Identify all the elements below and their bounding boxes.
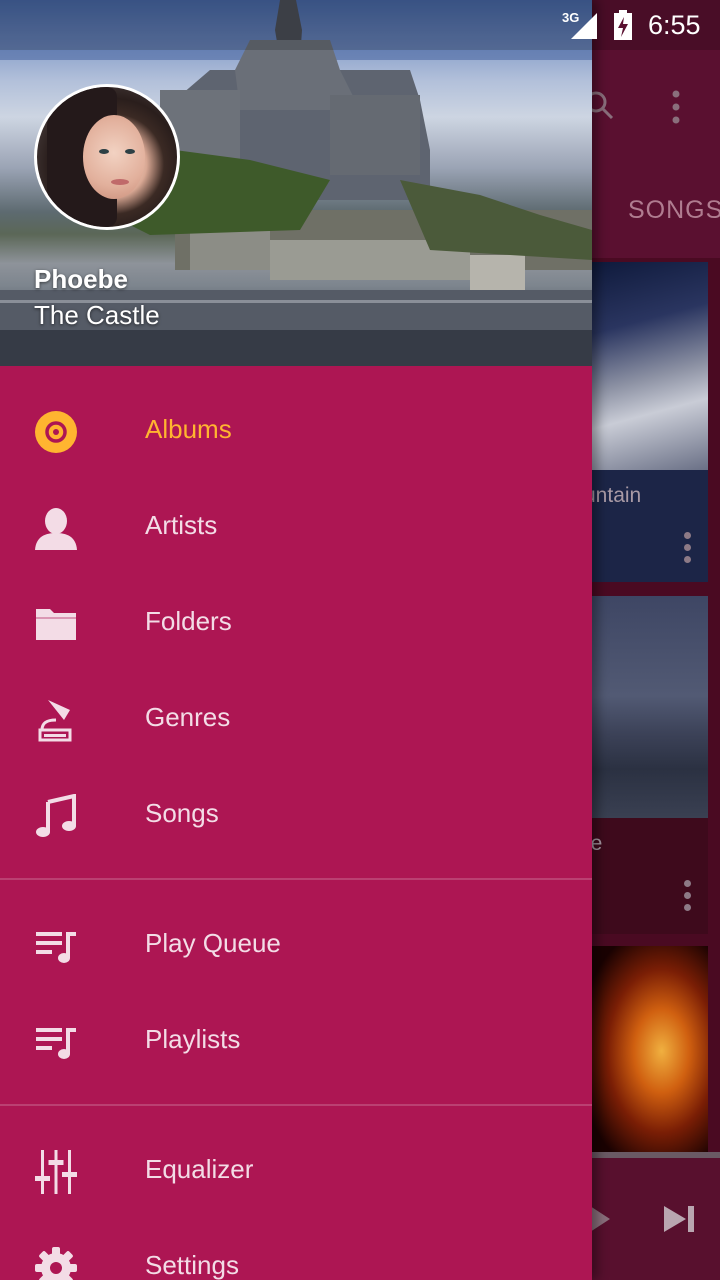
skip-next-icon[interactable] xyxy=(662,1204,696,1234)
artist-icon xyxy=(35,508,77,550)
nav-label: Genres xyxy=(145,702,231,732)
nav-item-genres[interactable]: Genres xyxy=(0,672,592,768)
nav-label: Songs xyxy=(145,798,219,828)
album-title: le xyxy=(592,832,603,855)
user-name: Phoebe xyxy=(34,264,128,294)
status-bar: 3G 6:55 xyxy=(0,0,720,50)
nav-label: Playlists xyxy=(145,1024,241,1054)
album-card[interactable]: le xyxy=(592,596,708,934)
album-card[interactable]: untain xyxy=(592,262,708,582)
album-title: untain xyxy=(592,484,642,507)
more-vert-icon[interactable] xyxy=(684,880,692,912)
nav-item-play-queue[interactable]: Play Queue xyxy=(0,898,592,994)
nav-label: Play Queue xyxy=(145,928,281,958)
album-card[interactable] xyxy=(592,946,708,1156)
nav-item-equalizer[interactable]: Equalizer xyxy=(0,1124,592,1220)
nav-item-folders[interactable]: Folders xyxy=(0,576,592,672)
signal-icon xyxy=(571,13,597,39)
navigation-drawer: Phoebe The Castle Albums Artists Folders… xyxy=(0,0,592,1280)
nav-item-songs[interactable]: Songs xyxy=(0,768,592,864)
nav-item-playlists[interactable]: Playlists xyxy=(0,994,592,1090)
nav-label: Equalizer xyxy=(145,1154,254,1184)
nav-label: Folders xyxy=(145,606,232,636)
user-subtitle: The Castle xyxy=(34,300,160,330)
nav-label: Settings xyxy=(145,1250,239,1280)
album-art xyxy=(592,262,708,470)
divider xyxy=(0,1104,592,1106)
album-icon xyxy=(35,411,77,453)
drawer-header[interactable]: Phoebe The Castle xyxy=(0,0,592,366)
tab-songs[interactable]: SONGS xyxy=(628,196,720,225)
queue-music-icon xyxy=(36,932,76,963)
divider xyxy=(0,878,592,880)
nav-label: Albums xyxy=(145,414,232,444)
playlist-icon xyxy=(36,1028,76,1059)
gramophone-icon xyxy=(38,700,72,742)
avatar[interactable] xyxy=(34,84,180,230)
nav-item-settings[interactable]: Settings xyxy=(0,1220,592,1280)
gear-icon xyxy=(35,1247,77,1280)
more-vert-icon[interactable] xyxy=(684,532,692,564)
music-note-icon xyxy=(36,794,76,837)
clock: 6:55 xyxy=(648,10,701,40)
folder-icon xyxy=(36,609,76,640)
overflow-menu-icon[interactable] xyxy=(666,90,686,124)
nav-label: Artists xyxy=(145,510,218,540)
equalizer-icon xyxy=(35,1150,77,1194)
nav-item-albums[interactable]: Albums xyxy=(0,384,592,480)
album-art xyxy=(592,596,708,818)
album-art xyxy=(592,946,708,1156)
battery-charging-icon xyxy=(614,10,632,40)
nav-item-artists[interactable]: Artists xyxy=(0,480,592,576)
